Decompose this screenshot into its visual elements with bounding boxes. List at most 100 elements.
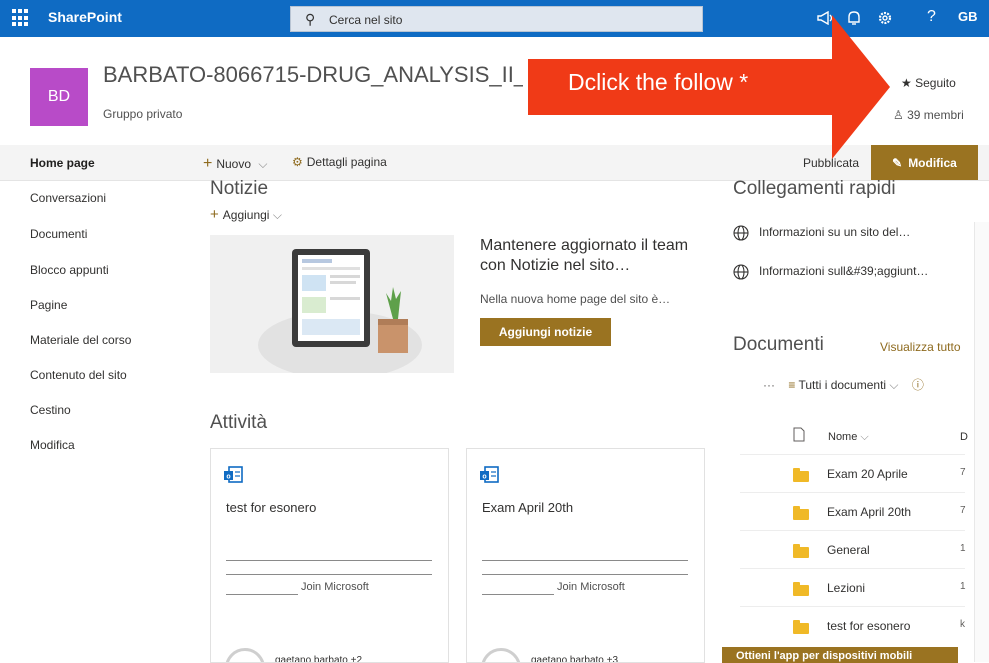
nav-item-course-material[interactable]: Materiale del corso [30,333,131,347]
members-button[interactable]: ♙ 39 membri [893,108,964,122]
add-news-cta-button[interactable]: Aggiungi notizie [480,318,611,346]
folder-icon [793,547,809,558]
folder-icon [793,623,809,634]
svg-text:o: o [226,474,230,481]
document-name[interactable]: Lezioni [827,581,865,595]
nav-item-edit[interactable]: Modifica [30,438,75,452]
new-label: Nuovo [216,157,252,171]
divider [226,560,432,561]
documents-title: Documenti [733,334,824,355]
table-row[interactable]: Exam April 20th 7 [740,492,966,530]
quicklinks-title: Collegamenti rapidi [733,178,896,199]
site-title[interactable]: BARBATO-8066715-DRUG_ANALYSIS_II_ [103,62,523,88]
activity-card-join: Join Microsoft [557,581,625,593]
more-icon[interactable]: ··· [763,378,775,392]
activity-card-title: test for esonero [226,500,317,515]
column-next[interactable]: D [960,431,968,443]
sharepoint-page: SharePoint ⚲ Cerca nel sito ? GB BD BARB… [0,0,989,663]
annotation-text: Dclick the follow * [568,69,749,95]
nav-home[interactable]: Home page [30,156,95,170]
pencil-icon: ✎ [892,155,903,170]
nav-item-recycle-bin[interactable]: Cestino [30,403,71,417]
annotation-arrow [812,15,890,159]
activity-card-title: Exam April 20th [482,500,574,515]
activity-card-author: gaetano barbato +2 [275,655,363,663]
column-name[interactable]: Nome ⌵ [828,431,869,444]
documents-toolbar: ··· ≡ Tutti i documenti ⌵ ⓘ [763,376,924,393]
nav-item-site-contents[interactable]: Contenuto del sito [30,368,127,382]
avatar [225,648,265,662]
edit-label: Modifica [908,155,957,170]
page-details-label: Dettagli pagina [306,155,387,169]
document-value: 7 [960,467,966,478]
plus-icon: + [210,206,219,223]
activity-card[interactable]: o test for esonero Join Microsoft gaetan… [210,448,449,663]
new-button[interactable]: + Nuovo ⌵ [203,155,267,173]
nav-item-notebook[interactable]: Blocco appunti [30,263,109,277]
document-name[interactable]: test for esonero [827,619,910,633]
document-value: k [960,619,965,630]
follow-label: Seguito [915,76,956,90]
plus-icon: + [203,155,213,172]
outlook-calendar-icon: o [224,466,243,483]
view-all-link[interactable]: Visualizza tutto [880,340,961,354]
view-label: Tutti i documenti [798,378,887,392]
news-headline: Mantenere aggiornato il team con Notizie… [480,237,689,274]
search-input[interactable]: Cerca nel sito [329,13,402,27]
divider [226,594,298,595]
globe-icon [733,225,749,241]
table-row[interactable]: General 1 [740,530,966,568]
chevron-down-icon: ⌵ [860,431,869,443]
info-icon[interactable]: ⓘ [912,378,924,392]
gear-icon: ⚙ [292,155,303,169]
waffle-icon[interactable] [12,9,30,27]
divider [482,560,688,561]
folder-icon [793,585,809,596]
folder-icon [793,471,809,482]
app-name[interactable]: SharePoint [48,9,122,25]
nav-item-pages[interactable]: Pagine [30,298,67,312]
site-privacy: Gruppo privato [103,107,183,121]
add-news-label: Aggiungi [222,208,270,222]
nav-item-conversations[interactable]: Conversazioni [30,191,106,205]
chevron-down-icon: ⌵ [272,208,282,222]
chevron-down-icon: ⌵ [889,378,899,392]
user-avatar[interactable]: GB [958,9,978,24]
news-illustration [210,235,454,373]
help-icon[interactable]: ? [927,8,936,26]
divider [226,574,432,575]
person-icon: ♙ [893,108,904,122]
document-name[interactable]: Exam 20 Aprile [827,467,908,481]
table-row[interactable]: Lezioni 1 [740,568,966,606]
folder-icon [793,509,809,520]
nav-item-documents[interactable]: Documenti [30,227,87,241]
divider [482,594,554,595]
document-name[interactable]: General [827,543,870,557]
outlook-calendar-icon: o [480,466,499,483]
document-name[interactable]: Exam April 20th [827,505,911,519]
quicklink-item[interactable]: Informazioni su un sito del… [733,225,910,241]
activity-title: Attività [210,412,268,433]
document-value: 1 [960,581,966,592]
scrollbar[interactable] [974,222,989,662]
document-value: 1 [960,543,966,554]
view-selector[interactable]: ≡ Tutti i documenti ⌵ [788,378,902,392]
quicklink-label: Informazioni su un sito del… [759,225,911,240]
globe-icon [733,264,749,280]
column-name-label: Nome [828,431,858,443]
activity-card[interactable]: o Exam April 20th Join Microsoft gaetano… [466,448,705,663]
mobile-app-banner[interactable]: Ottieni l'app per dispositivi mobili [722,647,958,663]
search-box[interactable]: ⚲ Cerca nel sito [290,6,703,32]
activity-card-join: Join Microsoft [301,581,369,593]
follow-button[interactable]: ★ Seguito [901,76,956,90]
table-row[interactable]: Exam 20 Aprile 7 [740,454,966,492]
quicklink-label: Informazioni sull&#39;aggiunt… [759,264,929,279]
add-news-button[interactable]: + Aggiungi ⌵ [210,206,282,223]
search-icon: ⚲ [305,11,316,27]
quicklink-item[interactable]: Informazioni sull&#39;aggiunt… [733,264,928,280]
news-title: Notizie [210,178,269,199]
documents-header: Nome ⌵ D [740,422,968,458]
page-details-button[interactable]: ⚙ Dettagli pagina [292,155,387,169]
activity-card-author: gaetano barbato +3 [531,655,619,663]
table-row[interactable]: test for esonero k [740,606,965,644]
